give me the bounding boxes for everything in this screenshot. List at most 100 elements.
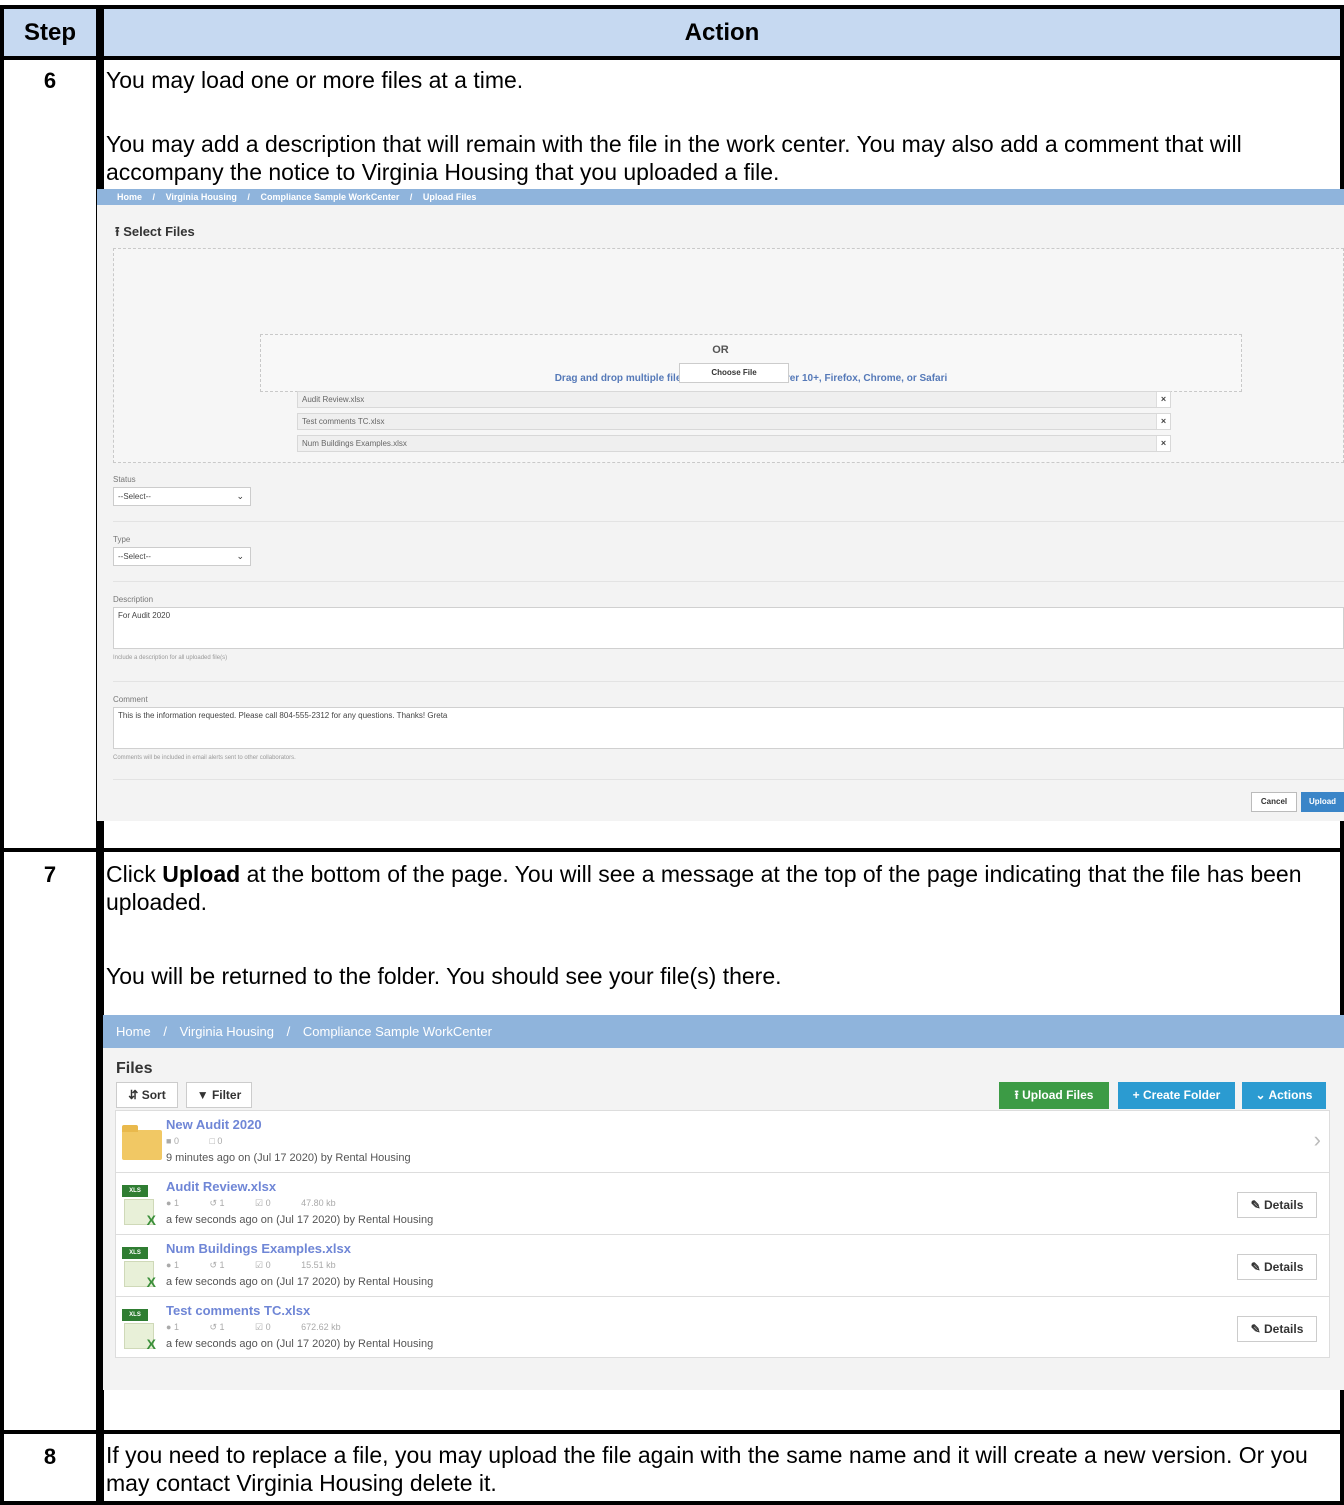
or-divider: OR	[712, 344, 729, 356]
list-item: XLS X Test comments TC.xlsx ● 1 ↺ 1 ☑ 0 …	[116, 1297, 1329, 1359]
item-name[interactable]: New Audit 2020	[166, 1117, 262, 1132]
list-item: XLS X Num Buildings Examples.xlsx ● 1 ↺ …	[116, 1235, 1329, 1297]
excel-file-icon: XLS X	[122, 1309, 158, 1352]
breadcrumb-virginia-housing[interactable]: Virginia Housing	[166, 192, 237, 202]
choose-file-button[interactable]: Choose File	[679, 363, 789, 383]
xls-tag: XLS	[122, 1309, 148, 1321]
comment-count-icon: ● 1	[166, 1322, 179, 1332]
chevron-right-icon[interactable]: ›	[1314, 1127, 1321, 1153]
list-item[interactable]: New Audit 2020 ■ 0 □ 0 9 minutes ago on …	[116, 1111, 1329, 1173]
files-list: New Audit 2020 ■ 0 □ 0 9 minutes ago on …	[115, 1110, 1330, 1358]
remove-file-icon[interactable]: ×	[1156, 436, 1170, 451]
files-title: Files	[116, 1060, 153, 1077]
upload-files-button[interactable]: ⭱ Upload Files	[999, 1082, 1109, 1109]
sheet-graphic: X	[124, 1199, 156, 1228]
selected-file-row: Num Buildings Examples.xlsx ×	[297, 435, 1171, 452]
description-help: Include a description for all uploaded f…	[113, 655, 228, 661]
divider	[113, 581, 1344, 582]
upload-keyword: Upload	[162, 861, 241, 887]
chevron-down-icon: ⌄	[236, 491, 244, 501]
xls-tag: XLS	[122, 1185, 148, 1197]
item-name[interactable]: Audit Review.xlsx	[166, 1179, 276, 1194]
selected-file-name: Test comments TC.xlsx	[302, 417, 385, 426]
row-separator	[0, 1430, 1344, 1434]
description-field[interactable]: For Audit 2020	[113, 607, 1344, 649]
details-button[interactable]: ✎ Details	[1237, 1254, 1317, 1280]
actions-button[interactable]: ⌄ Actions	[1242, 1082, 1326, 1109]
comment-count-icon: ● 1	[166, 1260, 179, 1270]
remove-file-icon[interactable]: ×	[1156, 414, 1170, 429]
status-select-value: --Select--	[118, 492, 151, 501]
breadcrumb-home[interactable]: Home	[117, 192, 142, 202]
version-count-icon: ↺ 1	[209, 1322, 225, 1332]
cancel-button[interactable]: Cancel	[1251, 792, 1297, 812]
type-label: Type	[113, 535, 131, 544]
create-folder-button[interactable]: + Create Folder	[1118, 1082, 1235, 1109]
item-meta: ■ 0 □ 0	[166, 1136, 250, 1146]
upload-files-screenshot: Home / Virginia Housing / Compliance Sam…	[97, 189, 1344, 821]
step-text-part: at the bottom of the page. You will see …	[106, 861, 1302, 915]
comment-field[interactable]: This is the information requested. Pleas…	[113, 707, 1344, 749]
breadcrumb-upload-files: Upload Files	[422, 192, 477, 202]
breadcrumb-separator: /	[152, 192, 156, 202]
comment-count-icon: ● 1	[166, 1198, 179, 1208]
sort-button[interactable]: ⇵ Sort	[116, 1082, 178, 1108]
breadcrumb-workcenter: Compliance Sample WorkCenter	[302, 1024, 492, 1039]
details-button[interactable]: ✎ Details	[1237, 1316, 1317, 1342]
item-name[interactable]: Num Buildings Examples.xlsx	[166, 1241, 351, 1256]
item-meta: ● 1 ↺ 1 ☑ 0 672.62 kb	[166, 1322, 355, 1333]
item-name[interactable]: Test comments TC.xlsx	[166, 1303, 310, 1318]
folder-icon	[122, 1125, 162, 1160]
status-label: Status	[113, 475, 136, 484]
breadcrumb-workcenter[interactable]: Compliance Sample WorkCenter	[260, 192, 399, 202]
details-label: Details	[1264, 1198, 1304, 1212]
selected-file-row: Audit Review.xlsx ×	[297, 391, 1171, 408]
edit-icon: ✎	[1250, 1322, 1261, 1336]
file-count-icon: ■ 0	[166, 1136, 179, 1146]
selected-file-name: Audit Review.xlsx	[302, 395, 365, 404]
header-step: Step	[23, 19, 76, 46]
step-text: If you need to replace a file, you may u…	[106, 1442, 1308, 1496]
step-text-part: Click	[106, 861, 163, 887]
filter-label: Filter	[211, 1088, 242, 1102]
actions-label: Actions	[1268, 1088, 1313, 1102]
divider	[113, 681, 1344, 682]
upload-button[interactable]: Upload	[1301, 792, 1344, 812]
header-step-cell: Step	[4, 9, 96, 56]
edit-icon: ✎	[1250, 1260, 1261, 1274]
item-timestamp: 9 minutes ago on (Jul 17 2020) by Rental…	[166, 1152, 411, 1164]
step-number: 8	[43, 1444, 57, 1469]
download-count-icon: ☑ 0	[255, 1260, 271, 1270]
download-count-icon: ☑ 0	[255, 1198, 271, 1208]
status-select[interactable]: --Select-- ⌄	[113, 487, 251, 506]
breadcrumb: Home / Virginia Housing / Compliance Sam…	[97, 189, 1344, 205]
list-item: XLS X Audit Review.xlsx ● 1 ↺ 1 ☑ 0 47.8…	[116, 1173, 1329, 1235]
selected-file-row: Test comments TC.xlsx ×	[297, 413, 1171, 430]
step-number: 7	[43, 862, 57, 887]
file-size: 672.62 kb	[301, 1322, 341, 1332]
xls-tag: XLS	[122, 1247, 148, 1259]
download-count-icon: ☑ 0	[255, 1322, 271, 1332]
breadcrumb: Home / Virginia Housing / Compliance Sam…	[103, 1015, 1344, 1048]
sort-icon: ⇵	[128, 1088, 139, 1102]
files-list-screenshot: Home / Virginia Housing / Compliance Sam…	[103, 1015, 1344, 1390]
breadcrumb-home[interactable]: Home	[116, 1024, 151, 1039]
details-button[interactable]: ✎ Details	[1237, 1192, 1317, 1218]
remove-file-icon[interactable]: ×	[1156, 392, 1170, 407]
item-meta: ● 1 ↺ 1 ☑ 0 47.80 kb	[166, 1198, 350, 1209]
item-timestamp: a few seconds ago on (Jul 17 2020) by Re…	[166, 1276, 434, 1288]
type-select[interactable]: --Select-- ⌄	[113, 547, 251, 566]
chevron-down-icon: ⌄	[236, 551, 244, 561]
select-files-label: Select Files	[123, 224, 195, 239]
row-separator	[0, 56, 1344, 60]
step-text: Click Upload at the bottom of the page. …	[106, 860, 1340, 916]
comment-help: Comments will be included in email alert…	[113, 755, 296, 761]
details-label: Details	[1264, 1322, 1304, 1336]
comment-label: Comment	[113, 695, 148, 704]
excel-file-icon: XLS X	[122, 1247, 158, 1290]
breadcrumb-virginia-housing[interactable]: Virginia Housing	[180, 1024, 274, 1039]
sheet-graphic: X	[124, 1323, 156, 1352]
filter-button[interactable]: ▼ Filter	[186, 1082, 252, 1108]
sort-label: Sort	[141, 1088, 166, 1102]
header-action-cell: Action	[104, 9, 1340, 56]
